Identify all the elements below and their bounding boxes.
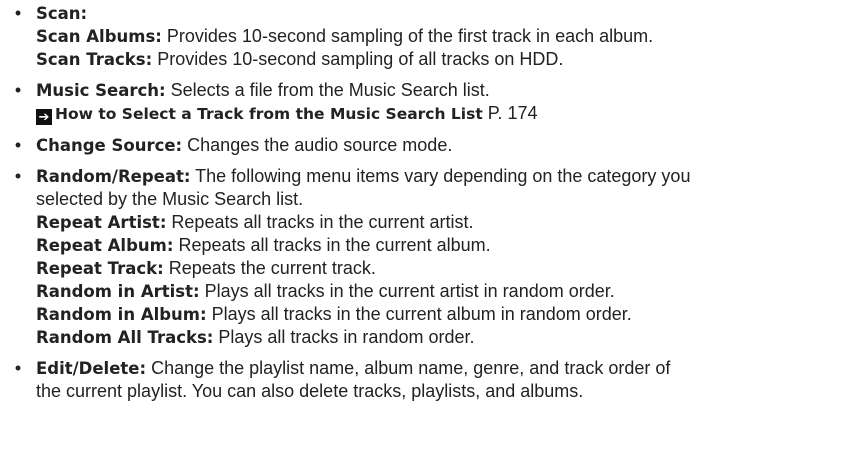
list-item-scan: • Scan: Scan Albums: Provides 10-second … bbox=[0, 2, 866, 71]
desc-repeat-artist: Repeats all tracks in the current artist… bbox=[166, 212, 474, 232]
term-repeat-track: Repeat Track: bbox=[36, 259, 164, 278]
bullet-icon: • bbox=[14, 3, 22, 23]
desc-edit-delete-1: Change the playlist name, album name, ge… bbox=[146, 358, 671, 378]
item-heading-line: Music Search: Selects a file from the Mu… bbox=[36, 79, 866, 102]
list-item-change-source: • Change Source: Changes the audio sourc… bbox=[0, 134, 866, 157]
desc-repeat-album: Repeats all tracks in the current album. bbox=[173, 235, 491, 255]
sub-item-scan-tracks: Scan Tracks: Provides 10-second sampling… bbox=[36, 48, 866, 71]
sub-item-random-in-artist: Random in Artist: Plays all tracks in th… bbox=[36, 280, 866, 303]
cross-reference-link[interactable]: ➔ How to Select a Track from the Music Se… bbox=[36, 102, 866, 126]
list-item-random-repeat: • Random/Repeat: The following menu item… bbox=[0, 165, 866, 349]
term-repeat-album: Repeat Album: bbox=[36, 236, 174, 255]
sub-item-scan-albums: Scan Albums: Provides 10-second sampling… bbox=[36, 25, 866, 48]
desc-random-in-artist: Plays all tracks in the current artist i… bbox=[199, 281, 615, 301]
item-heading-line: Scan: bbox=[36, 2, 866, 25]
desc-change-source: Changes the audio source mode. bbox=[182, 135, 453, 155]
desc-scan-tracks: Provides 10-second sampling of all track… bbox=[152, 49, 564, 69]
list-item-music-search: • Music Search: Selects a file from the … bbox=[0, 79, 866, 126]
sub-item-repeat-artist: Repeat Artist: Repeats all tracks in the… bbox=[36, 211, 866, 234]
desc-random-all-tracks: Plays all tracks in random order. bbox=[213, 327, 475, 347]
sub-item-random-in-album: Random in Album: Plays all tracks in the… bbox=[36, 303, 866, 326]
item-heading-line: Change Source: Changes the audio source … bbox=[36, 134, 866, 157]
bullet-icon: • bbox=[14, 80, 22, 100]
bullet-icon: • bbox=[14, 135, 22, 155]
item-heading-line: Edit/Delete: Change the playlist name, a… bbox=[36, 357, 866, 380]
sub-item-repeat-album: Repeat Album: Repeats all tracks in the … bbox=[36, 234, 866, 257]
desc-random-repeat-1: The following menu items vary depending … bbox=[190, 166, 691, 186]
desc-music-search: Selects a file from the Music Search lis… bbox=[165, 80, 490, 100]
arrow-right-icon: ➔ bbox=[36, 109, 52, 125]
bullet-icon: • bbox=[14, 358, 22, 378]
bullet-icon: • bbox=[14, 166, 22, 186]
term-random-in-artist: Random in Artist: bbox=[36, 282, 200, 301]
term-music-search: Music Search: bbox=[36, 81, 166, 100]
term-random-all-tracks: Random All Tracks: bbox=[36, 328, 214, 347]
term-random-in-album: Random in Album: bbox=[36, 305, 207, 324]
term-edit-delete: Edit/Delete: bbox=[36, 359, 147, 378]
term-scan-tracks: Scan Tracks: bbox=[36, 50, 153, 69]
manual-page: • Scan: Scan Albums: Provides 10-second … bbox=[0, 0, 866, 475]
list-item-edit-delete: • Edit/Delete: Change the playlist name,… bbox=[0, 357, 866, 403]
desc-edit-delete-2: the current playlist. You can also delet… bbox=[36, 381, 584, 401]
desc-scan-albums: Provides 10-second sampling of the first… bbox=[161, 26, 654, 46]
desc-repeat-track: Repeats the current track. bbox=[163, 258, 376, 278]
term-scan: Scan: bbox=[36, 4, 88, 23]
sub-item-random-all-tracks: Random All Tracks: Plays all tracks in r… bbox=[36, 326, 866, 349]
term-change-source: Change Source: bbox=[36, 136, 183, 155]
term-repeat-artist: Repeat Artist: bbox=[36, 213, 167, 232]
desc-random-in-album: Plays all tracks in the current album in… bbox=[206, 304, 632, 324]
term-random-repeat: Random/Repeat: bbox=[36, 167, 191, 186]
ref-title[interactable]: How to Select a Track from the Music Sea… bbox=[55, 105, 483, 123]
sub-item-repeat-track: Repeat Track: Repeats the current track. bbox=[36, 257, 866, 280]
ref-page[interactable]: P. 174 bbox=[483, 103, 538, 123]
item-heading-line: Random/Repeat: The following menu items … bbox=[36, 165, 866, 188]
term-scan-albums: Scan Albums: bbox=[36, 27, 162, 46]
desc-random-repeat-2: selected by the Music Search list. bbox=[36, 189, 304, 209]
